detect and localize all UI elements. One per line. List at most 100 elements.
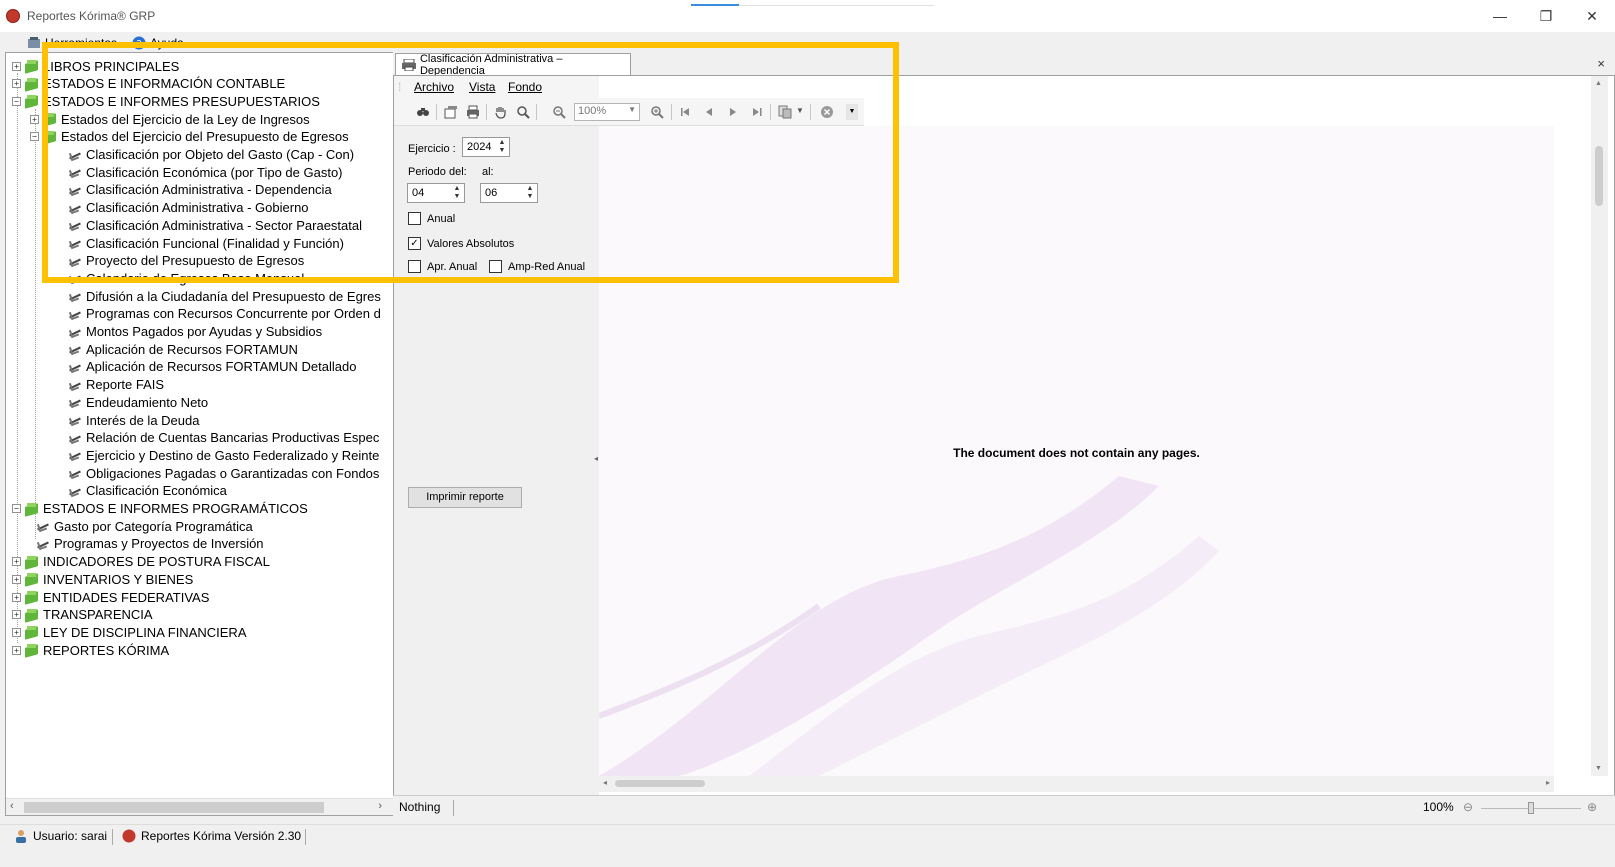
tree-item[interactable]: Interés de la Deuda: [68, 411, 199, 429]
tree-item[interactable]: Programas con Recursos Concurrente por O…: [68, 305, 381, 323]
expand-icon[interactable]: +: [12, 557, 21, 567]
tree-item[interactable]: Ejercicio y Destino de Gasto Federalizad…: [68, 446, 379, 464]
splitter-arrow-icon[interactable]: ◂: [594, 454, 598, 463]
expand-icon[interactable]: +: [12, 627, 21, 637]
print-icon[interactable]: [466, 105, 480, 119]
zoom-plus-icon[interactable]: ⊕: [1587, 800, 1597, 814]
tree-item[interactable]: + LIBROS PRINCIPALES: [12, 57, 179, 75]
tree-item[interactable]: + ENTIDADES FEDERATIVAS: [12, 588, 209, 606]
tree-item[interactable]: − ESTADOS E INFORMES PRESUPUESTARIOS: [12, 92, 320, 110]
tree-item[interactable]: + ESTADOS E INFORMACIÓN CONTABLE: [12, 75, 285, 93]
tree-item[interactable]: Obligaciones Pagadas o Garantizadas con …: [68, 464, 379, 482]
menu-vista[interactable]: Vista: [469, 80, 495, 94]
scroll-left-icon[interactable]: ◂: [603, 778, 607, 787]
spinner-arrows-icon[interactable]: ▲ ▼: [452, 185, 462, 201]
tree-item[interactable]: Gasto por Categoría Programática: [36, 517, 253, 535]
apr-anual-checkbox[interactable]: [408, 260, 421, 273]
collapse-icon[interactable]: −: [12, 96, 21, 106]
tree-item[interactable]: Aplicación de Recursos FORTAMUN: [68, 340, 298, 358]
expand-icon[interactable]: +: [12, 574, 21, 584]
tree-item[interactable]: Clasificación por Objeto del Gasto (Cap …: [68, 146, 354, 164]
expand-icon[interactable]: +: [12, 610, 21, 620]
last-page-icon[interactable]: [750, 105, 764, 119]
report-preview-area[interactable]: The document does not contain any pages.: [599, 126, 1554, 776]
tree-item[interactable]: Proyecto del Presupuesto de Egresos: [68, 252, 304, 270]
spinner-arrows-icon[interactable]: ▲ ▼: [525, 185, 535, 201]
tree-item[interactable]: Clasificación Administrativa - Dependenc…: [68, 181, 332, 199]
tree-item[interactable]: Reporte FAIS: [68, 376, 164, 394]
scroll-up-icon[interactable]: ▲: [1595, 80, 1602, 87]
tab-clasificacion-administrativa[interactable]: Clasificación Administrativa – Dependenc…: [395, 53, 631, 77]
horizontal-scroll-thumb[interactable]: [615, 780, 705, 787]
preview-vertical-scrollbar[interactable]: ▲ ▼: [1591, 76, 1608, 776]
zoom-thumb[interactable]: [1528, 802, 1534, 814]
tree-item[interactable]: Montos Pagados por Ayudas y Subsidios: [68, 323, 322, 341]
stop-icon[interactable]: [820, 105, 834, 119]
menu-ayuda[interactable]: ? Ayuda: [132, 36, 184, 50]
first-page-icon[interactable]: [678, 105, 692, 119]
preview-horizontal-scrollbar[interactable]: ◂ ▸: [599, 776, 1554, 792]
find-icon[interactable]: [416, 105, 430, 119]
tree-item[interactable]: Relación de Cuentas Bancarias Productiva…: [68, 429, 379, 447]
tree-item[interactable]: Aplicación de Recursos FORTAMUN Detallad…: [68, 358, 356, 376]
amp-red-anual-checkbox[interactable]: [489, 260, 502, 273]
tree-item[interactable]: + TRANSPARENCIA: [12, 606, 153, 624]
scroll-left-icon[interactable]: ‹: [10, 800, 14, 812]
tree-item[interactable]: Clasificación Administrativa - Sector Pa…: [68, 216, 362, 234]
tree-item[interactable]: + INDICADORES DE POSTURA FISCAL: [12, 553, 270, 571]
close-tab-button[interactable]: ×: [1597, 56, 1605, 71]
tree-item[interactable]: Clasificación Económica (por Tipo de Gas…: [68, 163, 343, 181]
tree-item[interactable]: − Estados del Ejercicio del Presupuesto d…: [30, 128, 349, 146]
close-window-button[interactable]: ✕: [1569, 0, 1615, 32]
page-setup-icon[interactable]: [444, 105, 458, 119]
zoom-select[interactable]: 100% ▼: [574, 103, 640, 121]
tree-item[interactable]: + Estados del Ejercicio de la Ley de Ingr…: [30, 110, 310, 128]
anual-checkbox[interactable]: [408, 212, 421, 225]
tree-item[interactable]: Clasificación Funcional (Finalidad y Fun…: [68, 234, 344, 252]
scroll-down-icon[interactable]: ▼: [1595, 765, 1602, 772]
zoom-in-icon[interactable]: [650, 105, 664, 119]
scroll-right-icon[interactable]: ▸: [1546, 778, 1550, 787]
toolbar-overflow-icon[interactable]: ▼: [846, 104, 858, 120]
scroll-right-icon[interactable]: ›: [378, 800, 382, 812]
expand-icon[interactable]: +: [30, 114, 39, 124]
tree-item[interactable]: + LEY DE DISCIPLINA FINANCIERA: [12, 623, 247, 641]
periodo-al-spinner[interactable]: 06 ▲ ▼: [480, 183, 538, 203]
tree-item[interactable]: Calendario de Egresos Base Mensual: [68, 269, 304, 287]
chevron-down-icon[interactable]: ▼: [796, 106, 804, 115]
minimize-button[interactable]: —: [1477, 0, 1523, 32]
restore-button[interactable]: ❐: [1523, 0, 1569, 32]
expand-icon[interactable]: +: [12, 79, 21, 89]
menu-fondo[interactable]: Fondo: [508, 80, 542, 94]
valores-absolutos-checkbox[interactable]: ✓: [408, 237, 421, 250]
tree-item[interactable]: − ESTADOS E INFORMES PROGRAMÁTICOS: [12, 500, 308, 518]
previous-page-icon[interactable]: [702, 105, 716, 119]
collapse-icon[interactable]: −: [30, 132, 39, 142]
tree-item[interactable]: + REPORTES KÓRIMA: [12, 641, 169, 659]
zoom-out-icon[interactable]: [552, 105, 566, 119]
expand-icon[interactable]: +: [12, 592, 21, 602]
menu-herramientas[interactable]: Herramientas: [27, 36, 117, 50]
tree-item[interactable]: Clasificación Económica: [68, 482, 227, 500]
menu-archivo[interactable]: Archivo: [414, 80, 454, 94]
spinner-arrows-icon[interactable]: ▲ ▼: [497, 139, 507, 155]
next-page-icon[interactable]: [726, 105, 740, 119]
tree-item[interactable]: Programas y Proyectos de Inversión: [36, 535, 264, 553]
multipage-icon[interactable]: [778, 105, 792, 119]
tree-scroll-thumb[interactable]: [24, 802, 324, 813]
zoom-slider[interactable]: 100% ⊖ ⊕: [1423, 800, 1603, 816]
vertical-scroll-thumb[interactable]: [1595, 146, 1603, 206]
report-tree-panel[interactable]: + LIBROS PRINCIPALES + ESTADOS E INFORMACIÓ…: [5, 52, 399, 816]
collapse-icon[interactable]: −: [12, 504, 21, 513]
tree-item[interactable]: Difusión a la Ciudadanía del Presupuesto…: [68, 287, 381, 305]
expand-icon[interactable]: +: [12, 61, 21, 71]
tree-item[interactable]: Clasificación Administrativa - Gobierno: [68, 199, 309, 217]
print-report-button[interactable]: Imprimir reporte: [408, 487, 522, 508]
expand-icon[interactable]: +: [12, 645, 21, 655]
zoom-minus-icon[interactable]: ⊖: [1463, 800, 1473, 814]
magnifier-icon[interactable]: [516, 105, 530, 119]
tree-item[interactable]: Endeudamiento Neto: [68, 393, 208, 411]
tree-horizontal-scrollbar[interactable]: ‹ ›: [6, 798, 398, 815]
hand-tool-icon[interactable]: [494, 105, 508, 119]
ejercicio-spinner[interactable]: 2024 ▲ ▼: [462, 137, 510, 157]
